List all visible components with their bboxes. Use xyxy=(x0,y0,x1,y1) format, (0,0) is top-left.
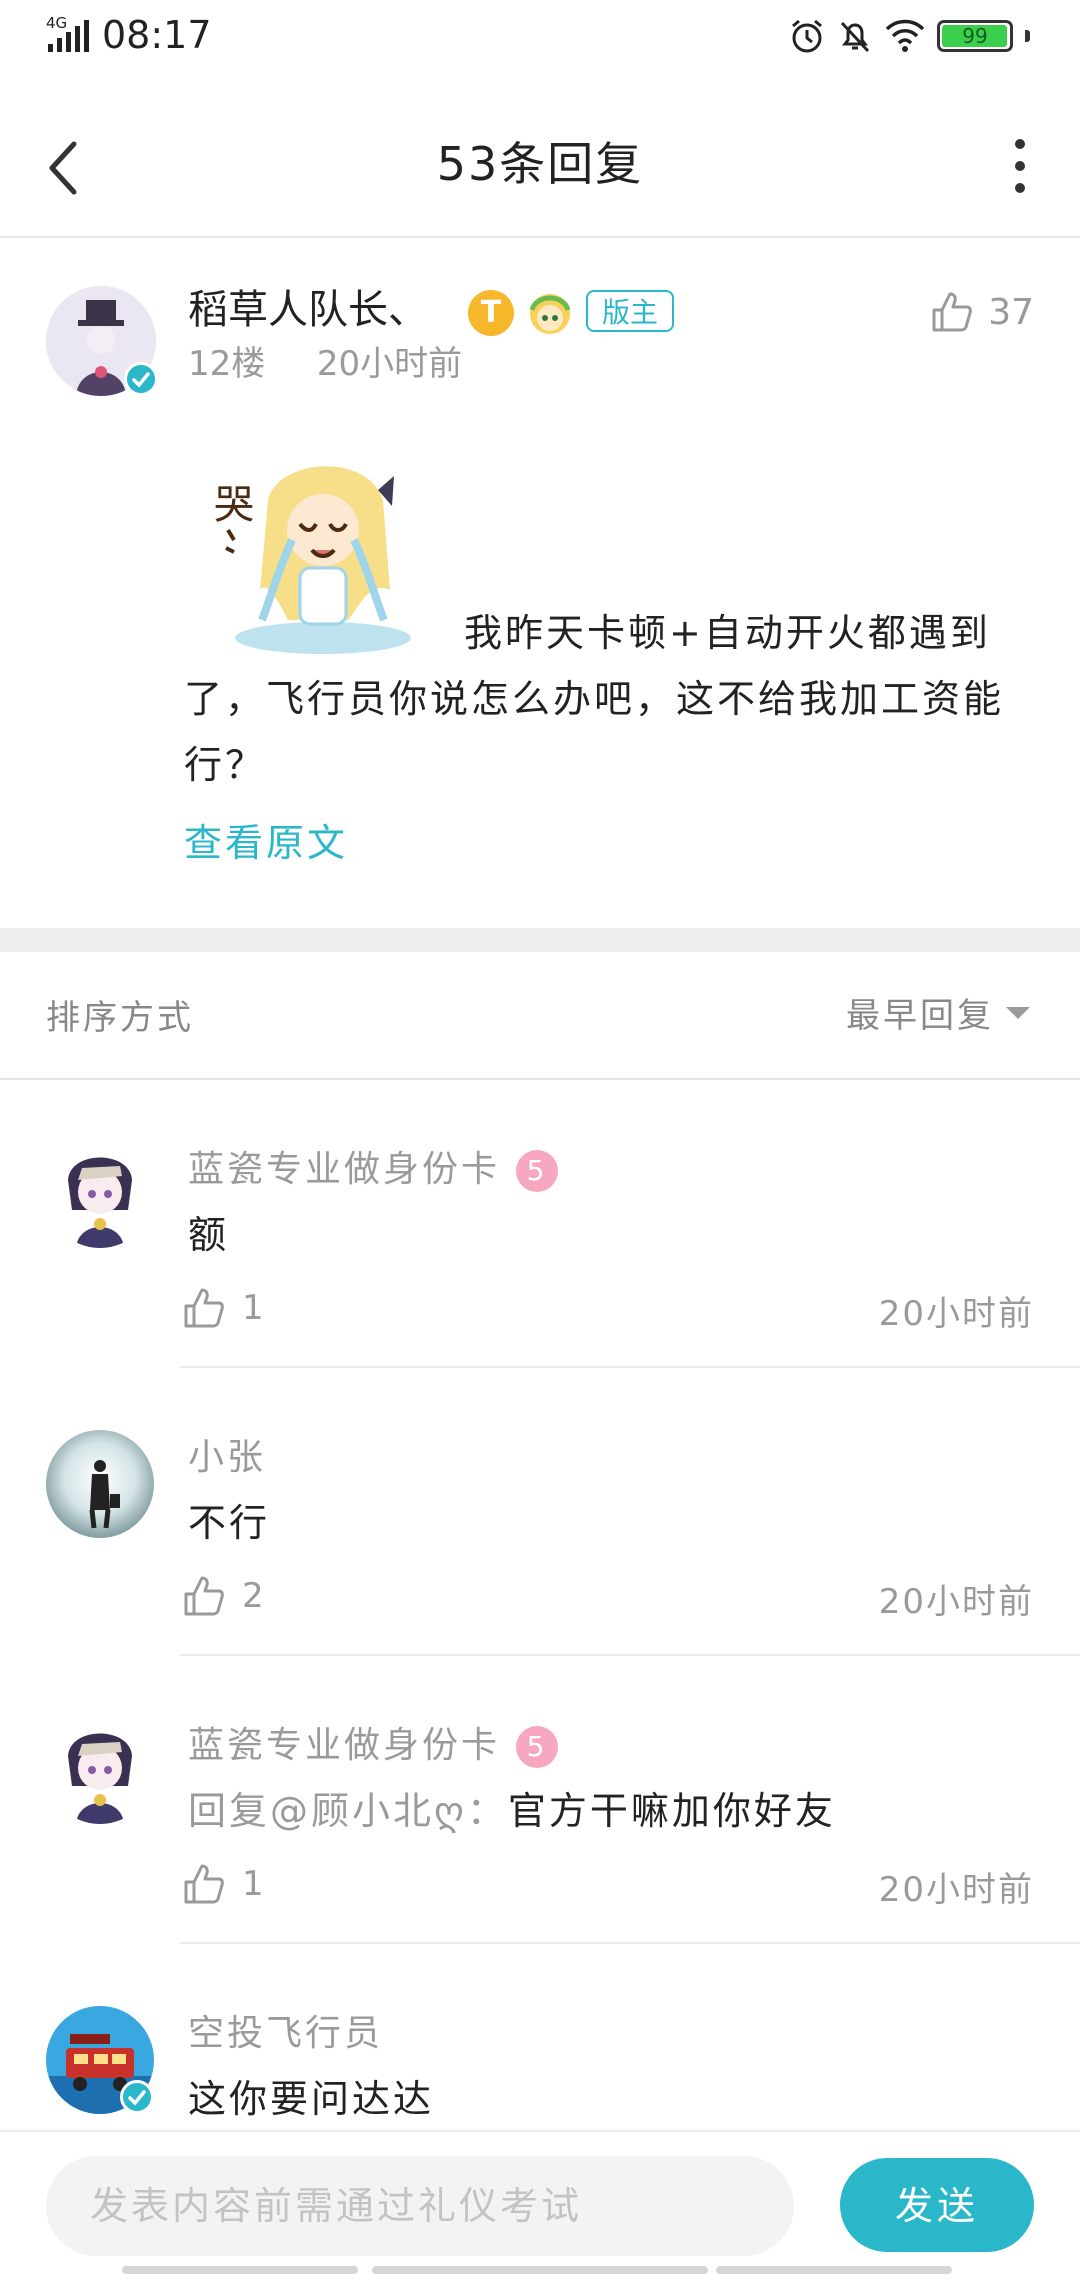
post-time: 20小时前 xyxy=(316,344,463,384)
verified-icon xyxy=(120,2080,154,2114)
post-meta: 12楼 20小时前 xyxy=(188,338,462,390)
reply-time: 20小时前 xyxy=(878,1582,1034,1622)
reply-like-button[interactable]: 2 xyxy=(182,1574,264,1618)
level-badge: 5 xyxy=(516,1726,559,1768)
reply-text: 这你要问达达 xyxy=(188,2077,435,2121)
clock: 08:17 xyxy=(102,13,212,57)
thumbs-up-icon xyxy=(932,292,973,332)
header-divider xyxy=(0,236,1080,238)
composer-bar: 发送 xyxy=(0,2130,1080,2282)
view-original-link[interactable]: 查看原文 xyxy=(184,812,348,867)
reply-avatar[interactable] xyxy=(46,1430,154,1538)
post-body: 我昨天卡顿+自动开火都遇到了，飞行员你说怎么办吧，这不给我加工资能行？ xyxy=(184,600,1014,798)
reply-text: 额 xyxy=(188,1213,230,1257)
sort-dropdown[interactable]: 最早回复 xyxy=(846,988,1030,1037)
moderator-badge: 版主 xyxy=(586,290,675,332)
alarm-icon xyxy=(792,19,822,53)
reply-text: 不行 xyxy=(188,1501,271,1545)
sort-selected: 最早回复 xyxy=(846,996,994,1036)
avatar-image xyxy=(46,1716,154,1824)
nav-hint-bar xyxy=(716,2266,952,2274)
medal-icon xyxy=(529,294,571,334)
reply-time: 20小时前 xyxy=(878,1294,1034,1334)
comment-input[interactable] xyxy=(46,2156,794,2256)
thumbs-up-icon xyxy=(184,1288,224,1328)
section-separator xyxy=(0,928,1080,952)
post-username[interactable]: 稻草人队长、 xyxy=(188,282,428,338)
thumbs-up-icon xyxy=(184,1576,224,1616)
reply-like-count: 2 xyxy=(242,1576,264,1616)
send-button[interactable]: 发送 xyxy=(840,2158,1034,2252)
thumbs-up-icon xyxy=(184,1864,224,1904)
reply-username[interactable]: 空投飞行员 xyxy=(188,2004,383,2056)
nav-hint-bar xyxy=(372,2266,708,2274)
sort-label: 排序方式 xyxy=(46,998,194,1038)
wifi-icon xyxy=(885,19,925,52)
more-options-icon[interactable] xyxy=(1000,130,1040,202)
avatar-image xyxy=(46,1430,154,1538)
reply-divider xyxy=(180,1654,1080,1656)
reply-text: 回复@顾小北ღ：官方干嘛加你好友 xyxy=(188,1789,836,1833)
svg-text:哭: 哭 xyxy=(214,482,254,528)
verified-icon xyxy=(124,362,158,396)
reply-username[interactable]: 蓝瓷专业做身份卡 5 xyxy=(188,1716,559,1768)
reply-like-count: 1 xyxy=(242,1288,264,1328)
post-body-text: 我昨天卡顿+自动开火都遇到了，飞行员你说怎么办吧，这不给我加工资能行？ xyxy=(184,611,1005,787)
caret-down-icon xyxy=(1006,1006,1030,1019)
level-badge: 5 xyxy=(516,1150,559,1192)
reply-username[interactable]: 蓝瓷专业做身份卡 5 xyxy=(188,1140,559,1192)
reply-divider xyxy=(180,1366,1080,1368)
reply-username[interactable]: 小张 xyxy=(188,1428,266,1480)
reply-time: 20小时前 xyxy=(878,1870,1034,1910)
nav-hint-bar xyxy=(122,2266,358,2274)
svg-text:4G: 4G xyxy=(46,14,67,32)
reply-avatar[interactable] xyxy=(46,1140,154,1248)
battery-level: 99 xyxy=(962,24,988,48)
signal-icon: 4G xyxy=(46,14,89,52)
avatar-image xyxy=(46,1140,154,1248)
status-icons: 99 xyxy=(789,14,1030,58)
page-title: 53条回复 xyxy=(436,137,644,191)
reply-like-button[interactable]: 1 xyxy=(182,1862,264,1906)
header-bar: 53条回复 xyxy=(0,90,1080,240)
sort-divider xyxy=(0,1078,1080,1080)
status-bar: 4G 08:17 99 xyxy=(0,0,1080,70)
post-like-count: 37 xyxy=(988,291,1034,333)
reply-divider xyxy=(180,1942,1080,1944)
reply-like-count: 1 xyxy=(242,1864,264,1904)
level-badge: T xyxy=(468,290,514,336)
reply-like-button[interactable]: 1 xyxy=(182,1286,264,1330)
reply-mention[interactable]: 回复@顾小北ღ： xyxy=(188,1789,508,1833)
post-like-button[interactable]: 37 xyxy=(930,290,1034,334)
mute-bell-icon xyxy=(840,21,870,53)
reply-avatar[interactable] xyxy=(46,1716,154,1824)
battery-icon: 99 xyxy=(937,20,1013,52)
floor-number: 12楼 xyxy=(188,344,266,384)
